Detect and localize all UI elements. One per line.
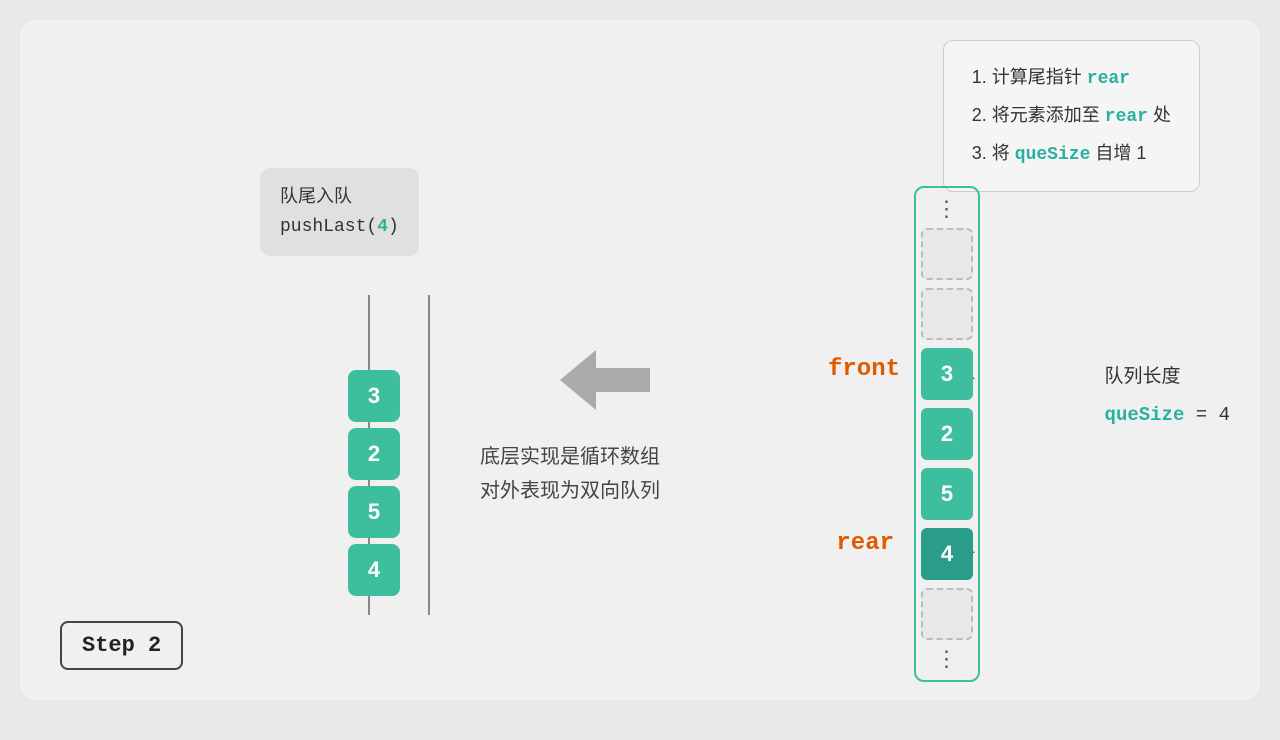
- rear-label-text: rear: [836, 530, 894, 557]
- right-array: ⋮ 3 2 5 4 ⋮: [914, 186, 980, 682]
- label-line2: pushLast(4): [280, 211, 399, 242]
- info-line1-pre: 1. 计算尾指针: [972, 67, 1087, 87]
- bottom-dots: ⋮: [936, 648, 959, 670]
- middle-text: 底层实现是循环数组 对外表现为双向队列: [480, 440, 660, 508]
- array-cell-2: 3: [921, 348, 973, 400]
- step-badge-label: Step 2: [82, 633, 161, 658]
- info-line2-post: 处: [1148, 105, 1171, 125]
- info-line-2: 2. 将元素添加至 rear 处: [972, 97, 1171, 135]
- queue-length-label: 队列长度: [1105, 358, 1230, 396]
- step-badge: Step 2: [60, 621, 183, 670]
- stack-item-0: 3: [348, 370, 400, 422]
- stack-item-2: 5: [348, 486, 400, 538]
- array-cell-0: [921, 228, 973, 280]
- info-line1-code: rear: [1087, 69, 1130, 89]
- info-box: 1. 计算尾指针 rear 2. 将元素添加至 rear 处 3. 将 queS…: [943, 40, 1200, 192]
- stack-item-3: 4: [348, 544, 400, 596]
- label-line2-num: 4: [377, 217, 388, 237]
- que-equals: =: [1184, 404, 1218, 426]
- label-line2-pre: pushLast(: [280, 217, 377, 237]
- front-label-text: front: [828, 356, 900, 383]
- label-line2-post: ): [388, 217, 399, 237]
- label-line1: 队尾入队: [280, 182, 399, 211]
- arrow-shape: [560, 350, 650, 410]
- rear-label: rear: [836, 530, 894, 557]
- info-line-1: 1. 计算尾指针 rear: [972, 59, 1171, 97]
- main-container: 1. 计算尾指针 rear 2. 将元素添加至 rear 处 3. 将 queS…: [20, 20, 1260, 700]
- stack-item-1: 2: [348, 428, 400, 480]
- queue-info: 队列长度 queSize = 4: [1105, 358, 1230, 434]
- v-line-right: [428, 295, 430, 615]
- queue-size-line: queSize = 4: [1105, 396, 1230, 434]
- info-line-3: 3. 将 queSize 自增 1: [972, 135, 1171, 173]
- top-dots: ⋮: [936, 198, 959, 220]
- info-line3-code: queSize: [1015, 145, 1091, 165]
- que-value: 4: [1219, 404, 1230, 426]
- array-cell-5: 4: [921, 528, 973, 580]
- info-line2-pre: 2. 将元素添加至: [972, 105, 1105, 125]
- info-line3-post: 自增 1: [1090, 143, 1146, 163]
- info-line2-code: rear: [1105, 107, 1148, 127]
- middle-text-line2: 对外表现为双向队列: [480, 474, 660, 508]
- array-cell-4: 5: [921, 468, 973, 520]
- label-box: 队尾入队 pushLast(4): [260, 168, 419, 256]
- array-cell-3: 2: [921, 408, 973, 460]
- front-label: front: [828, 356, 900, 383]
- left-stack: 3 2 5 4: [348, 370, 400, 596]
- array-cell-1: [921, 288, 973, 340]
- que-size-code: queSize: [1105, 404, 1185, 426]
- info-line3-pre: 3. 将: [972, 143, 1015, 163]
- array-cell-6: [921, 588, 973, 640]
- middle-text-line1: 底层实现是循环数组: [480, 440, 660, 474]
